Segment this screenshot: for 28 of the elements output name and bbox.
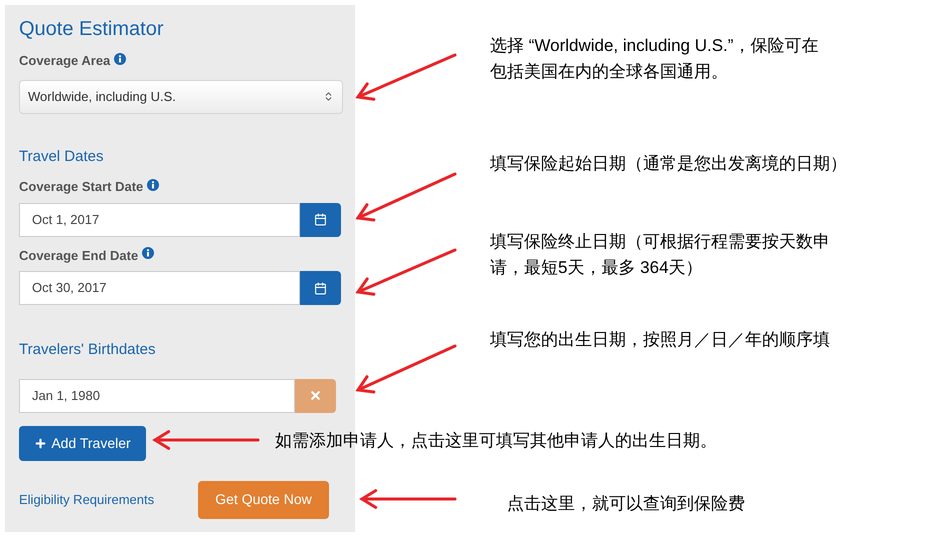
birthdate-field[interactable]: Jan 1, 1980: [19, 378, 295, 412]
info-icon: [147, 178, 160, 191]
coverage-select[interactable]: Worldwide, including U.S.: [19, 80, 343, 114]
calendar-button[interactable]: [300, 271, 341, 305]
annotation-text: 选择 “Worldwide, including U.S.”，保险可在 包括美国在内的全球各国通用。: [490, 35, 818, 83]
annotation-text: 填写保险终止日期（可根据行程需要按天数申 请，最短5天，最多 364天）: [490, 231, 830, 279]
date-field[interactable]: Oct 1, 2017: [19, 202, 300, 236]
eligibility-link[interactable]: Eligibility Requirements: [19, 490, 154, 510]
field-label: Coverage End Date: [19, 246, 138, 265]
select-arrows-icon: [323, 91, 334, 102]
calendar-button[interactable]: [300, 202, 341, 236]
date-field[interactable]: Oct 30, 2017: [19, 271, 300, 305]
info-icon: [114, 52, 126, 65]
plus-icon: [34, 436, 48, 450]
section-heading: Travelers' Birthdates: [19, 340, 157, 360]
panel-title: Quote Estimator: [19, 17, 165, 41]
annotation-text: 填写保险起始日期（通常是您出发离境的日期）: [490, 153, 847, 175]
annotation-text: 填写您的出生日期，按照月／日／年的顺序填: [490, 329, 830, 351]
close-icon: [309, 389, 322, 402]
field-label: Coverage Area: [19, 52, 110, 70]
field-label: Coverage Start Date: [19, 178, 144, 196]
annotation-text: 如需添加申请人，点击这里可填写其他申请人的出生日期。: [275, 430, 717, 452]
calendar-icon: [314, 282, 327, 294]
add-traveler-button[interactable]: Add Traveler: [19, 426, 146, 460]
annotation-text: 点击这里，就可以查询到保险费: [507, 493, 745, 515]
info-icon: [142, 247, 154, 260]
section-heading: Travel Dates: [19, 146, 104, 166]
calendar-icon: [314, 213, 327, 226]
